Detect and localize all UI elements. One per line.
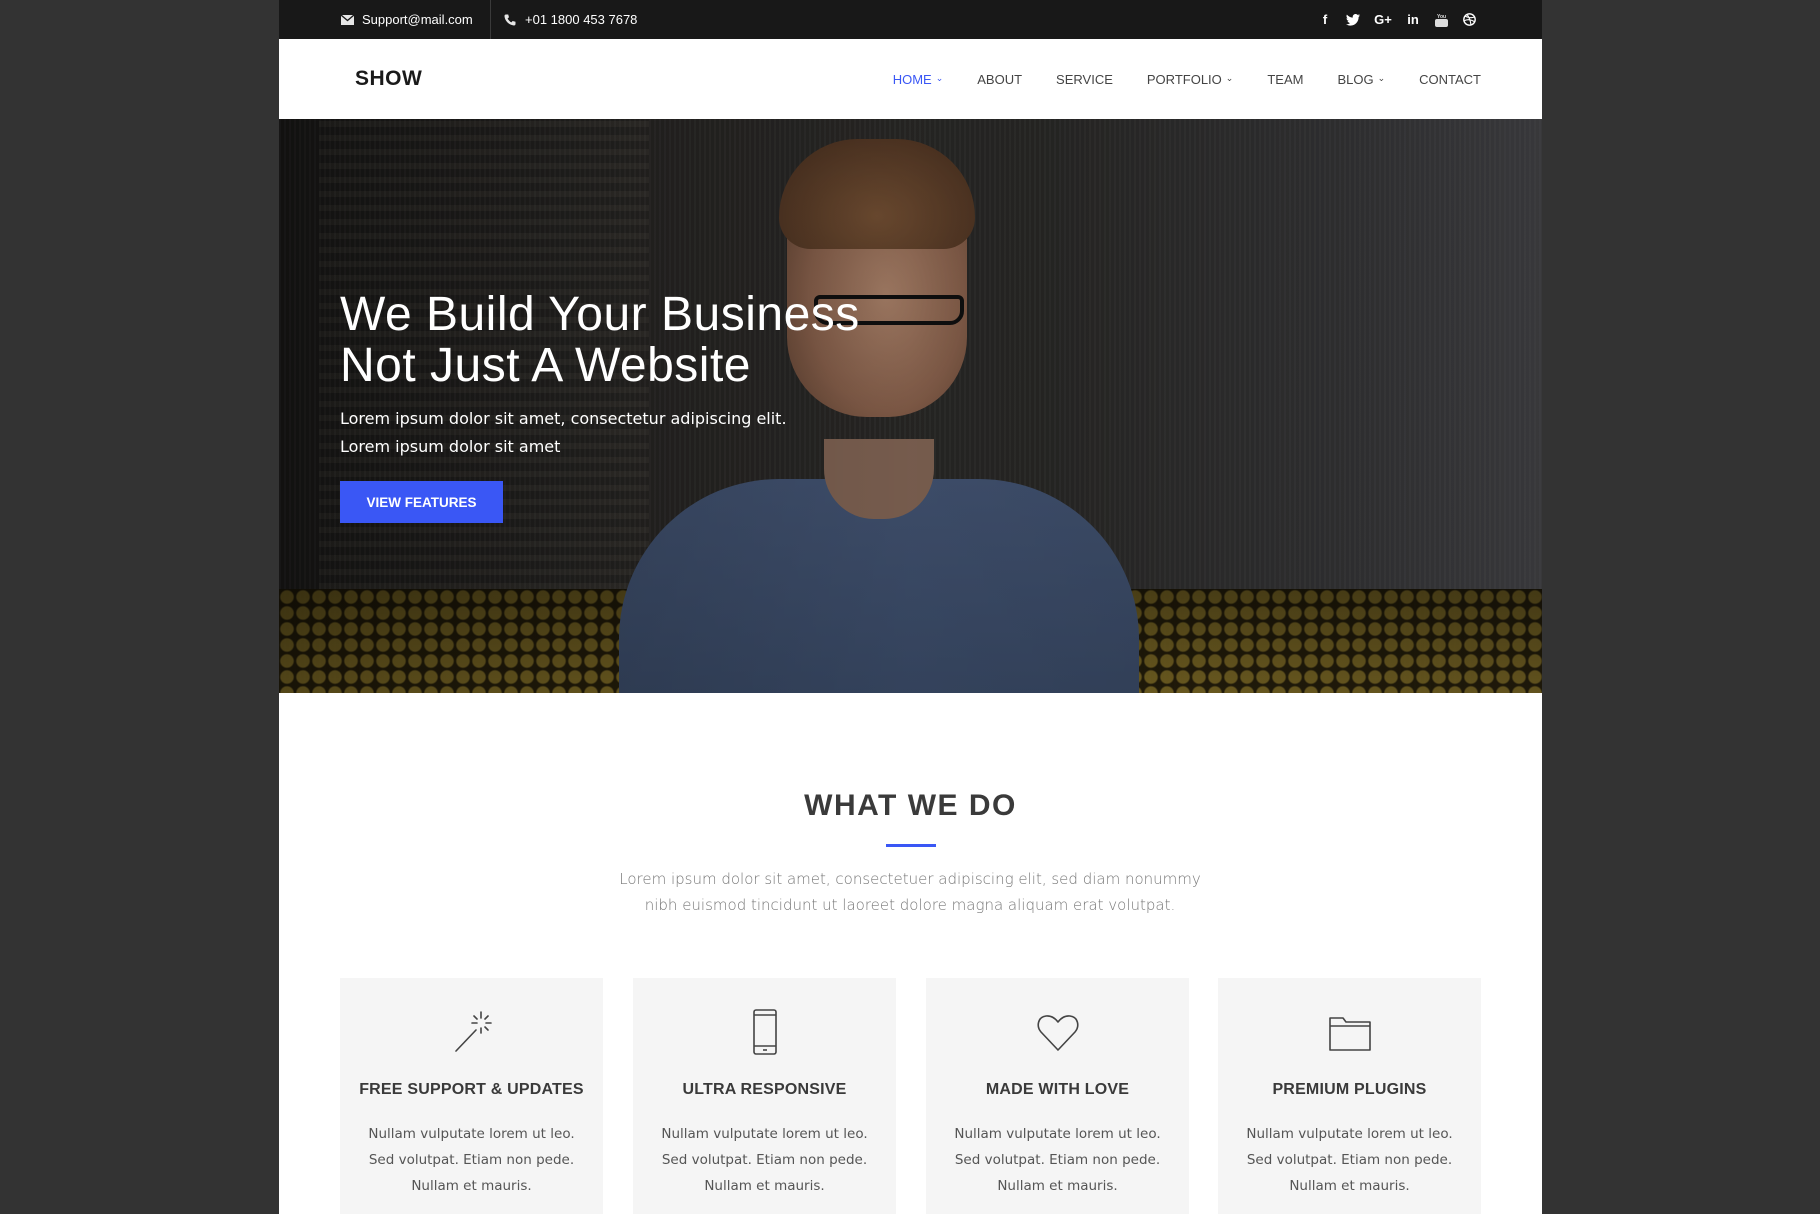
linkedin-icon[interactable]: in [1406, 12, 1420, 27]
chevron-down-icon: ⌄ [935, 72, 944, 83]
hero-title: We Build Your Business Not Just A Websit… [340, 289, 860, 391]
feature-text-line: Nullam vulputate lorem ut leo. [661, 1126, 868, 1142]
feature-text-line: Sed volutpat. Etiam non pede. [954, 1152, 1161, 1168]
page: Support@mail.com +01 1800 453 7678 f G+ … [279, 0, 1542, 1214]
section-lead-line-2: nibh euismod tincidunt ut laoreet dolore… [644, 896, 1176, 914]
feature-title: ULTRA RESPONSIVE [682, 1081, 847, 1098]
main-header: SHOW HOME ⌄ ABOUT SERVICE PORTFOLIO ⌄ TE… [279, 39, 1542, 119]
hero-banner: We Build Your Business Not Just A Websit… [279, 119, 1542, 693]
section-lead: Lorem ipsum dolor sit amet, consectetuer… [560, 866, 1260, 918]
feature-text-line: Sed volutpat. Etiam non pede. [661, 1152, 868, 1168]
hero-copy: We Build Your Business Not Just A Websit… [340, 289, 860, 461]
title-underline [886, 844, 936, 847]
nav-label: PORTFOLIO [1146, 71, 1222, 87]
feature-cards: FREE SUPPORT & UPDATES Nullam vulputate … [340, 978, 1481, 1214]
nav-item-about[interactable]: ABOUT [977, 72, 1022, 87]
phone-contact[interactable]: +01 1800 453 7678 [503, 0, 637, 39]
nav-label: SERVICE [1056, 71, 1113, 87]
dribbble-icon[interactable] [1462, 13, 1476, 27]
nav-label: TEAM [1267, 71, 1304, 87]
feature-card: MADE WITH LOVE Nullam vulputate lorem ut… [926, 978, 1189, 1214]
feature-text-line: Nullam et mauris. [997, 1178, 1118, 1194]
feature-text-line: Nullam vulputate lorem ut leo. [1246, 1126, 1453, 1142]
section-lead-line-1: Lorem ipsum dolor sit amet, consectetuer… [619, 870, 1201, 888]
feature-text-line: Sed volutpat. Etiam non pede. [1246, 1152, 1453, 1168]
feature-text-line: Nullam vulputate lorem ut leo. [368, 1126, 575, 1142]
feature-title: FREE SUPPORT & UPDATES [359, 1081, 584, 1098]
view-features-button[interactable]: VIEW FEATURES [340, 481, 503, 523]
chevron-down-icon: ⌄ [1377, 72, 1386, 83]
main-nav: HOME ⌄ ABOUT SERVICE PORTFOLIO ⌄ TEAM BL… [893, 39, 1481, 119]
hero-subtitle: Lorem ipsum dolor sit amet, consectetur … [340, 405, 860, 461]
heart-icon [926, 1008, 1189, 1056]
hero-title-line-2: Not Just A Website [340, 339, 751, 392]
nav-label: ABOUT [977, 71, 1023, 87]
nav-item-contact[interactable]: CONTACT [1419, 72, 1481, 87]
mobile-phone-icon [633, 1008, 896, 1056]
google-plus-icon[interactable]: G+ [1374, 12, 1392, 27]
feature-text-line: Nullam et mauris. [411, 1178, 532, 1194]
hero-subtitle-line-2: Lorem ipsum dolor sit amet [340, 437, 561, 456]
feature-card: FREE SUPPORT & UPDATES Nullam vulputate … [340, 978, 603, 1214]
nav-label: CONTACT [1419, 71, 1481, 87]
feature-text: Nullam vulputate lorem ut leo. Sed volut… [1218, 1121, 1481, 1199]
hero-title-line-1: We Build Your Business [340, 288, 860, 341]
feature-card: ULTRA RESPONSIVE Nullam vulputate lorem … [633, 978, 896, 1214]
email-text: Support@mail.com [362, 12, 473, 27]
magic-wand-icon [340, 1008, 603, 1056]
section-title: WHAT WE DO [804, 789, 1017, 822]
feature-text-line: Nullam et mauris. [1289, 1178, 1410, 1194]
feature-text: Nullam vulputate lorem ut leo. Sed volut… [633, 1121, 896, 1199]
nav-item-service[interactable]: SERVICE [1056, 72, 1113, 87]
email-contact[interactable]: Support@mail.com [340, 0, 473, 39]
feature-card: PREMIUM PLUGINS Nullam vulputate lorem u… [1218, 978, 1481, 1214]
nav-item-portfolio[interactable]: PORTFOLIO ⌄ [1147, 72, 1233, 87]
twitter-icon[interactable] [1346, 13, 1360, 27]
feature-text: Nullam vulputate lorem ut leo. Sed volut… [926, 1121, 1189, 1199]
hero-subtitle-line-1: Lorem ipsum dolor sit amet, consectetur … [340, 409, 787, 428]
nav-label: BLOG [1337, 71, 1374, 87]
phone-icon [503, 13, 517, 27]
facebook-icon[interactable]: f [1318, 12, 1332, 27]
chevron-down-icon: ⌄ [1225, 72, 1234, 83]
feature-title: PREMIUM PLUGINS [1272, 1081, 1427, 1098]
feature-text-line: Nullam et mauris. [704, 1178, 825, 1194]
svg-text:You: You [1437, 14, 1446, 20]
topbar-divider [490, 0, 491, 39]
feature-text: Nullam vulputate lorem ut leo. Sed volut… [340, 1121, 603, 1199]
phone-text: +01 1800 453 7678 [525, 12, 638, 27]
youtube-icon[interactable]: You [1434, 13, 1448, 27]
envelope-icon [340, 13, 354, 27]
feature-title: MADE WITH LOVE [985, 1081, 1130, 1098]
site-logo[interactable]: SHOW [355, 67, 422, 91]
feature-text-line: Nullam vulputate lorem ut leo. [954, 1126, 1161, 1142]
feature-text-line: Sed volutpat. Etiam non pede. [368, 1152, 575, 1168]
nav-item-blog[interactable]: BLOG ⌄ [1337, 72, 1385, 87]
nav-label: HOME [892, 71, 932, 87]
social-links: f G+ in You [1318, 0, 1476, 39]
nav-item-home[interactable]: HOME ⌄ [893, 72, 944, 87]
nav-item-team[interactable]: TEAM [1267, 72, 1303, 87]
folder-icon [1218, 1008, 1481, 1056]
top-bar: Support@mail.com +01 1800 453 7678 f G+ … [279, 0, 1542, 39]
